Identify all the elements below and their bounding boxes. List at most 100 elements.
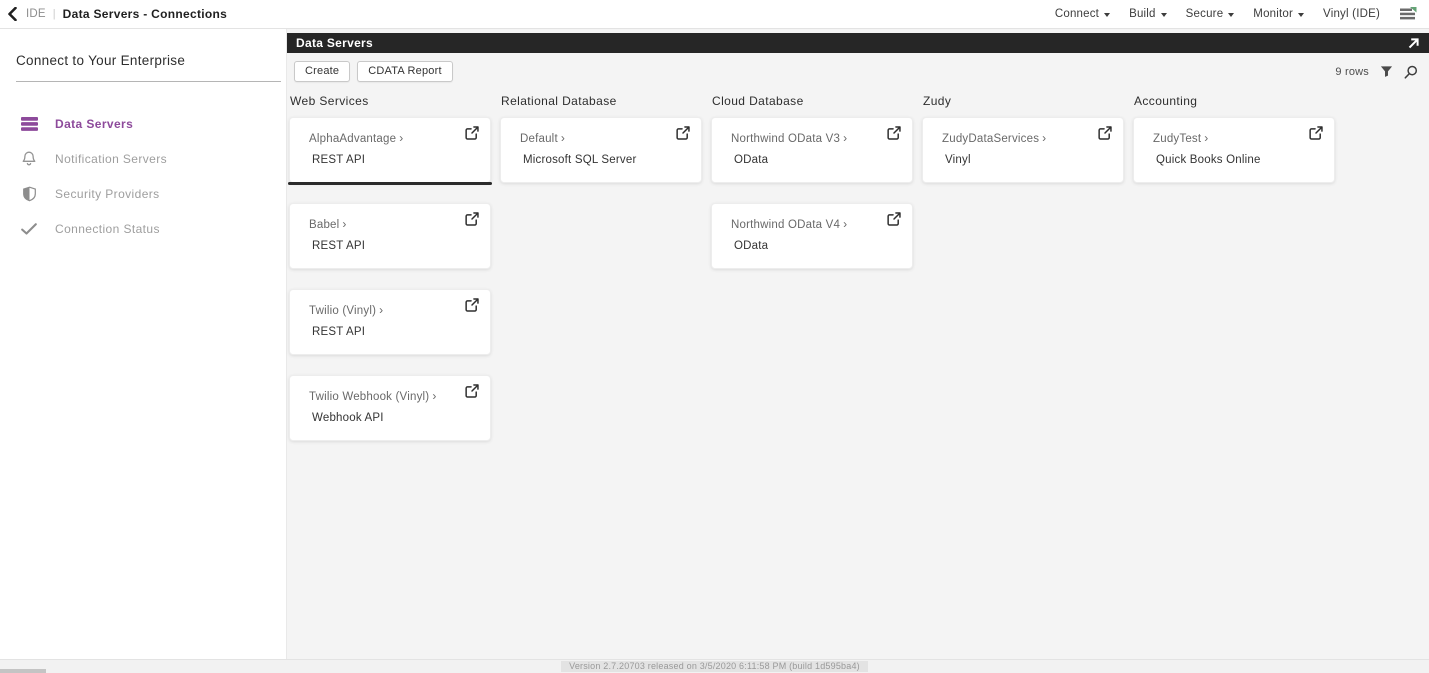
- card-subtitle: OData: [734, 240, 769, 252]
- category-header-cloud-database: Cloud Database: [712, 94, 804, 108]
- bell-icon: [20, 150, 38, 167]
- sidebar-item-notification-servers[interactable]: Notification Servers: [0, 141, 286, 176]
- card-list: AlphaAdvantage › REST API Babel › REST A…: [288, 117, 492, 441]
- chevron-right-icon: ›: [1204, 131, 1209, 145]
- chevron-right-icon: ›: [342, 217, 347, 231]
- card-title[interactable]: Northwind OData V4: [731, 219, 840, 231]
- chevron-right-icon: ›: [843, 217, 848, 231]
- sidebar-item-label: Data Servers: [55, 116, 134, 131]
- sidebar-item-label: Security Providers: [55, 186, 160, 201]
- chevron-down-icon: [1160, 12, 1167, 17]
- card-northwind-odata-v3[interactable]: Northwind OData V3 › OData: [711, 117, 913, 183]
- chevron-left-icon: [8, 7, 17, 21]
- card-title[interactable]: Twilio (Vinyl): [309, 305, 376, 317]
- menu-build[interactable]: Build: [1129, 8, 1167, 20]
- card-list: ZudyTest › Quick Books Online: [1133, 117, 1335, 183]
- category-column-cloud-database: Cloud Database Northwind OData V3 › ODat…: [711, 94, 913, 461]
- vinyl-logo-icon[interactable]: [1399, 7, 1417, 21]
- horizontal-scrollbar-thumb[interactable]: [0, 669, 46, 673]
- sidebar-item-label: Notification Servers: [55, 151, 168, 166]
- app-label: IDE: [26, 8, 46, 20]
- chevron-down-icon: [1228, 12, 1235, 17]
- external-link-icon[interactable]: [465, 126, 479, 143]
- external-link-icon[interactable]: [465, 298, 479, 315]
- sidebar-divider: [16, 81, 281, 82]
- category-header-accounting: Accounting: [1134, 94, 1198, 108]
- menu-item-label: Vinyl (IDE): [1323, 8, 1380, 20]
- category-column-web-services: Web Services AlphaAdvantage › REST API B…: [288, 94, 492, 461]
- back-button[interactable]: [8, 7, 19, 21]
- chevron-down-icon: [1298, 12, 1305, 17]
- sidebar-item-connection-status[interactable]: Connection Status: [0, 211, 286, 246]
- menu-item-label: Monitor: [1253, 8, 1294, 20]
- search-icon[interactable]: [1404, 65, 1418, 79]
- top-nav: Connect Build Secure Monitor Vinyl (IDE): [1055, 7, 1417, 21]
- shield-icon: [20, 186, 38, 202]
- panel-toolbar: Create CDATA Report 9 rows: [287, 53, 1429, 82]
- row-count: 9 rows: [1335, 65, 1369, 78]
- menu-item-label: Connect: [1054, 8, 1100, 20]
- sidebar-heading: Connect to Your Enterprise: [16, 53, 186, 68]
- sidebar-item-security-providers[interactable]: Security Providers: [0, 176, 286, 211]
- footer: Version 2.7.20703 released on 3/5/2020 6…: [0, 659, 1429, 673]
- sidebar-item-label: Connection Status: [55, 221, 160, 236]
- menu-connect[interactable]: Connect: [1054, 8, 1111, 20]
- cdata-report-button[interactable]: CDATA Report: [357, 61, 453, 82]
- card-subtitle: OData: [734, 154, 769, 166]
- breadcrumb: IDE | Data Servers - Connections: [8, 7, 227, 21]
- menu-monitor[interactable]: Monitor: [1253, 8, 1305, 20]
- chevron-right-icon: ›: [399, 131, 404, 145]
- menu-item-label: Build: [1129, 8, 1156, 20]
- card-alphaadvantage[interactable]: AlphaAdvantage › REST API: [288, 117, 492, 185]
- card-zudydataservices[interactable]: ZudyDataServices › Vinyl: [922, 117, 1124, 183]
- open-fullscreen-icon[interactable]: [1407, 37, 1420, 50]
- panel-header: Data Servers: [287, 33, 1429, 53]
- panel-title: Data Servers: [296, 36, 373, 50]
- card-twilio-webhook-vinyl[interactable]: Twilio Webhook (Vinyl) › Webhook API: [289, 375, 491, 441]
- menu-vinyl-ide[interactable]: Vinyl (IDE): [1323, 8, 1380, 20]
- chevron-down-icon: [1104, 12, 1111, 17]
- card-subtitle: REST API: [312, 154, 366, 166]
- create-button[interactable]: Create: [294, 61, 351, 82]
- card-subtitle: Quick Books Online: [1156, 154, 1261, 166]
- category-column-relational-database: Relational Database Default › Microsoft …: [500, 94, 702, 461]
- sidebar-item-data-servers[interactable]: Data Servers: [0, 106, 286, 141]
- sidebar: Connect to Your Enterprise Data Servers …: [0, 29, 287, 659]
- card-title[interactable]: ZudyTest: [1153, 133, 1201, 145]
- card-subtitle: REST API: [312, 326, 366, 338]
- card-twilio-vinyl[interactable]: Twilio (Vinyl) › REST API: [289, 289, 491, 355]
- external-link-icon[interactable]: [676, 126, 690, 143]
- card-title[interactable]: AlphaAdvantage: [309, 133, 396, 145]
- card-default[interactable]: Default › Microsoft SQL Server: [500, 117, 702, 183]
- card-title[interactable]: Twilio Webhook (Vinyl): [309, 391, 429, 403]
- top-bar: IDE | Data Servers - Connections Connect…: [0, 0, 1429, 29]
- breadcrumb-separator: |: [52, 8, 56, 20]
- card-babel[interactable]: Babel › REST API: [289, 203, 491, 269]
- card-columns: Web Services AlphaAdvantage › REST API B…: [287, 82, 1429, 461]
- external-link-icon[interactable]: [465, 384, 479, 401]
- external-link-icon[interactable]: [465, 212, 479, 229]
- card-subtitle: Vinyl: [945, 154, 971, 166]
- menu-secure[interactable]: Secure: [1186, 8, 1235, 20]
- version-text: Version 2.7.20703 released on 3/5/2020 6…: [561, 661, 868, 672]
- card-title[interactable]: Default: [520, 133, 558, 145]
- server-stack-icon: [20, 116, 38, 131]
- card-title[interactable]: ZudyDataServices: [942, 133, 1039, 145]
- category-header-web-services: Web Services: [290, 94, 369, 108]
- main-panel: Data Servers Create CDATA Report 9 rows: [287, 29, 1429, 659]
- card-title[interactable]: Northwind OData V3: [731, 133, 840, 145]
- menu-item-label: Secure: [1185, 8, 1224, 20]
- card-zudytest[interactable]: ZudyTest › Quick Books Online: [1133, 117, 1335, 183]
- card-northwind-odata-v4[interactable]: Northwind OData V4 › OData: [711, 203, 913, 269]
- external-link-icon[interactable]: [887, 126, 901, 143]
- filter-funnel-icon[interactable]: [1380, 65, 1393, 78]
- external-link-icon[interactable]: [887, 212, 901, 229]
- external-link-icon[interactable]: [1309, 126, 1323, 143]
- card-subtitle: REST API: [312, 240, 366, 252]
- chevron-right-icon: ›: [379, 303, 384, 317]
- external-link-icon[interactable]: [1098, 126, 1112, 143]
- category-column-accounting: Accounting ZudyTest › Quick Books Online: [1133, 94, 1335, 461]
- card-list: Northwind OData V3 › OData Northwind ODa…: [711, 117, 913, 269]
- card-title[interactable]: Babel: [309, 219, 339, 231]
- category-header-relational-database: Relational Database: [501, 94, 617, 108]
